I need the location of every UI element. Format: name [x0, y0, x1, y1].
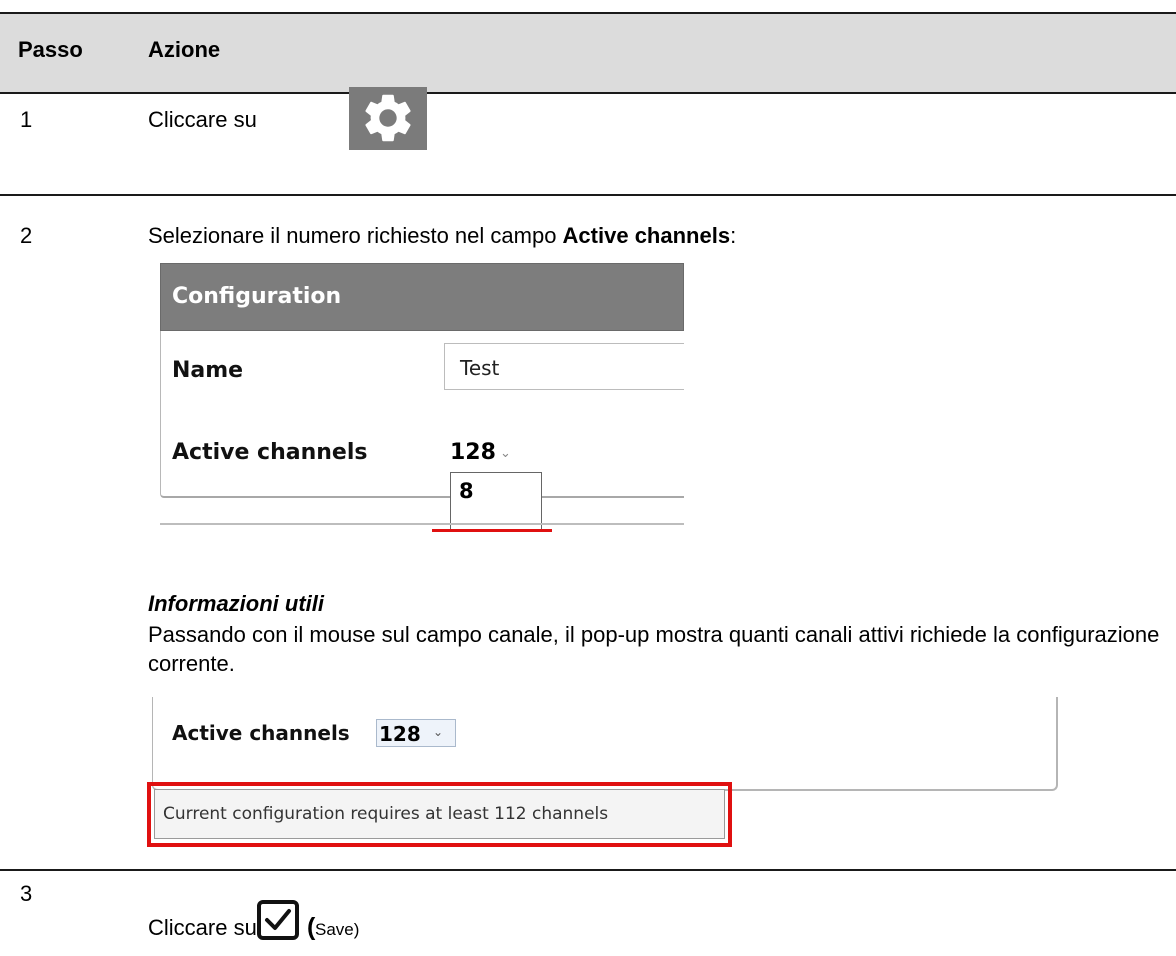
step-text-post: : — [730, 223, 737, 248]
active-channels-select[interactable]: 128 ⌄ — [376, 719, 456, 747]
configuration-screenshot: Configuration Name Test Active channels … — [160, 263, 684, 533]
active-channels-select[interactable]: 128 — [450, 440, 496, 465]
active-channels-value: 128 — [379, 722, 421, 746]
chevron-down-icon: ⌄ — [433, 725, 444, 739]
step-text: Cliccare su — [148, 107, 257, 132]
name-label: Name — [172, 358, 244, 383]
tip-title: Informazioni utili — [148, 591, 324, 616]
checkbox-save-icon[interactable] — [256, 899, 300, 941]
tooltip-popup: Current configuration requires at least … — [154, 789, 725, 839]
step-number: 1 — [20, 107, 33, 132]
chevron-down-icon[interactable]: ⌄ — [500, 445, 511, 461]
tip-body: Passando con il mouse sul campo canale, … — [148, 622, 1160, 676]
step-text: Cliccare su — [148, 915, 257, 940]
name-value: Test — [460, 356, 500, 380]
save-label: Save) — [315, 920, 360, 939]
header-action: Azione — [148, 37, 221, 62]
tooltip-screenshot: Active channels 128 ⌄ Current configurat… — [147, 697, 1062, 855]
name-field[interactable]: Test — [444, 343, 684, 390]
gear-icon[interactable] — [349, 87, 427, 150]
active-channels-label: Active channels — [172, 721, 350, 745]
configuration-title-bar: Configuration — [160, 263, 684, 331]
active-channels-label: Active channels — [172, 440, 368, 465]
row-divider — [0, 869, 1176, 871]
step-text-bold: Active channels — [562, 223, 731, 248]
row-divider — [0, 194, 1176, 196]
dropdown-option[interactable]: 8 — [459, 479, 474, 503]
channels-dropdown-list[interactable]: 8 — [450, 472, 542, 530]
configuration-title: Configuration — [172, 284, 342, 309]
panel-divider — [160, 523, 684, 525]
tooltip-text: Current configuration requires at least … — [163, 804, 609, 824]
step-number: 3 — [20, 881, 33, 906]
header-step: Passo — [18, 37, 83, 62]
table-header: Passo Azione — [0, 12, 1176, 94]
step-text-pre: Selezionare il numero richiesto nel camp… — [148, 223, 563, 248]
step-number: 2 — [20, 223, 33, 248]
highlight-marker — [432, 529, 552, 532]
step-text: Selezionare il numero richiesto nel camp… — [148, 223, 736, 249]
